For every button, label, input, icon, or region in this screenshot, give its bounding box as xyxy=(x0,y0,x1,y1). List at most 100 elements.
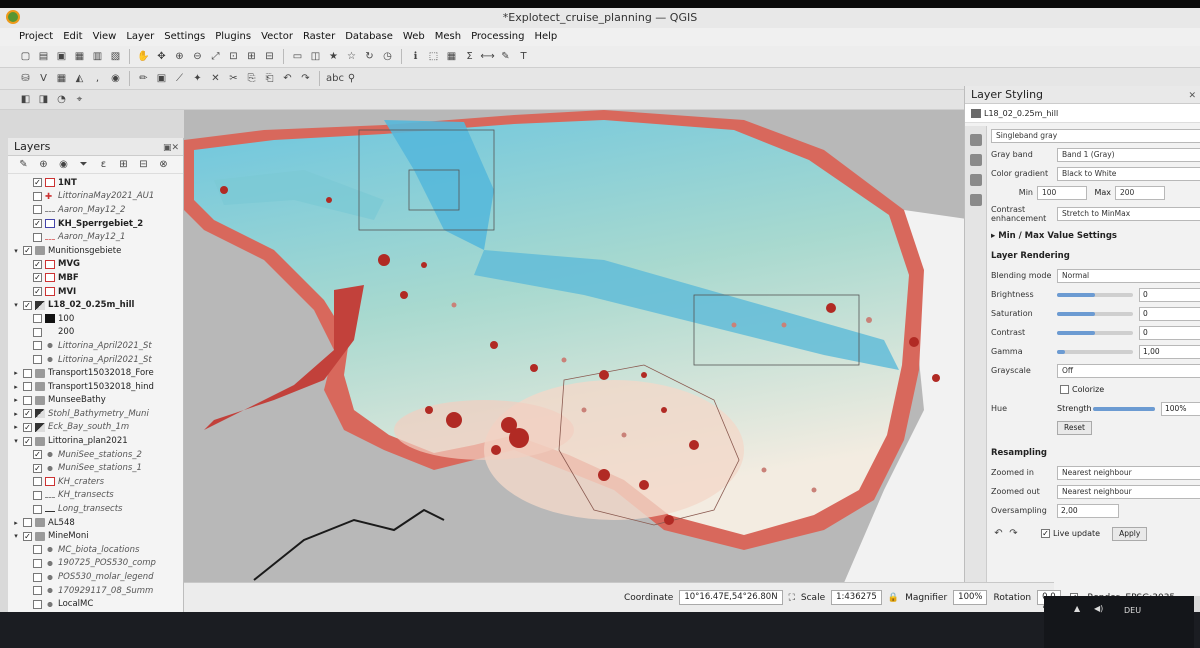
layer-visibility-checkbox[interactable] xyxy=(33,572,42,582)
station-point[interactable] xyxy=(425,406,433,414)
station-point[interactable] xyxy=(598,469,610,481)
station-point[interactable] xyxy=(641,372,647,378)
station-point[interactable] xyxy=(530,364,538,372)
bookmark-icon[interactable]: ★ xyxy=(326,49,341,64)
station-point[interactable] xyxy=(866,317,872,323)
save-edits-icon[interactable]: ▣ xyxy=(154,71,169,86)
menu-view[interactable]: View xyxy=(88,28,122,46)
layer-item[interactable]: ▾ MineMoni xyxy=(8,529,183,543)
layer-selector[interactable]: L18_02_0.25m_hill xyxy=(965,104,1200,123)
paste-icon[interactable]: ⎗ xyxy=(262,71,277,86)
zoom-in-icon[interactable]: ⊕ xyxy=(172,49,187,64)
attribute-table-icon[interactable]: ▦ xyxy=(444,49,459,64)
layer-visibility-checkbox[interactable] xyxy=(33,314,42,324)
saturation-spinbox[interactable]: 0 xyxy=(1139,306,1200,321)
layout-manager-icon[interactable]: ▧ xyxy=(108,49,123,64)
layer-item[interactable]: KH_craters xyxy=(8,475,183,489)
undo-style-icon[interactable]: ↶ xyxy=(991,526,1006,541)
layer-item[interactable]: Littorina_April2021_St xyxy=(8,353,183,367)
reset-button[interactable]: Reset xyxy=(1057,420,1092,435)
filter-expression-icon[interactable]: ε xyxy=(96,157,111,172)
close-panel-icon[interactable]: ▣✕ xyxy=(163,139,179,157)
history-tab-icon[interactable] xyxy=(969,194,982,206)
toggle-extents-icon[interactable]: ⛶ xyxy=(789,593,795,603)
layer-visibility-checkbox[interactable] xyxy=(33,504,42,514)
layer-visibility-checkbox[interactable] xyxy=(23,409,32,419)
temporal-icon[interactable]: ◷ xyxy=(380,49,395,64)
toggle-editing-icon[interactable]: ✏ xyxy=(136,71,151,86)
blending-select[interactable]: Normal xyxy=(1057,268,1200,283)
menu-help[interactable]: Help xyxy=(529,28,562,46)
layer-item[interactable]: MuniSee_stations_2 xyxy=(8,448,183,462)
new-map-view-icon[interactable]: ▭ xyxy=(290,49,305,64)
expand-arrow-icon[interactable]: ▸ xyxy=(12,423,20,431)
saturation-slider[interactable] xyxy=(1057,311,1133,316)
zoom-native-icon[interactable]: ⊟ xyxy=(262,49,277,64)
new-3d-view-icon[interactable]: ◫ xyxy=(308,49,323,64)
station-point[interactable] xyxy=(689,440,699,450)
layer-item[interactable]: LocalMC xyxy=(8,597,183,611)
layer-visibility-checkbox[interactable] xyxy=(33,259,42,269)
layer-item[interactable]: KH_Sperrgebiet_2 xyxy=(8,217,183,231)
menu-database[interactable]: Database xyxy=(340,28,398,46)
refresh-icon[interactable]: ↻ xyxy=(362,49,377,64)
station-point[interactable] xyxy=(220,186,228,194)
contrast-enhancement-select[interactable]: Stretch to MinMax xyxy=(1057,207,1200,221)
layer-visibility-checkbox[interactable] xyxy=(33,545,42,555)
min-input[interactable]: 100 xyxy=(1037,185,1087,200)
layer-visibility-checkbox[interactable] xyxy=(33,341,42,351)
layer-visibility-checkbox[interactable] xyxy=(23,395,32,405)
color-gradient-select[interactable]: Black to White xyxy=(1057,166,1200,181)
layer-item[interactable]: 100 xyxy=(8,312,183,326)
symbology-tab-icon[interactable] xyxy=(969,134,982,146)
vertex-tool-icon[interactable]: ✦ xyxy=(190,71,205,86)
expand-arrow-icon[interactable]: ▸ xyxy=(12,369,20,377)
network-icon[interactable]: ▲ xyxy=(1074,604,1080,613)
layer-item[interactable]: MC_biota_locations xyxy=(8,543,183,557)
grayscale-select[interactable]: Off xyxy=(1057,363,1200,378)
layer-visibility-checkbox[interactable] xyxy=(33,558,42,568)
station-point[interactable] xyxy=(826,303,836,313)
layer-visibility-checkbox[interactable] xyxy=(23,246,32,256)
zoom-layer-icon[interactable]: ⊞ xyxy=(244,49,259,64)
layer-item[interactable]: 190725_POS530_comp xyxy=(8,557,183,571)
layer-item[interactable]: ▾ L18_02_0.25m_hill xyxy=(8,298,183,312)
zoom-selection-icon[interactable]: ⊡ xyxy=(226,49,241,64)
station-point[interactable] xyxy=(932,374,940,382)
station-point[interactable] xyxy=(909,337,919,347)
plugin-icon[interactable]: ◨ xyxy=(36,92,51,107)
live-update-checkbox[interactable] xyxy=(1041,529,1050,538)
layer-visibility-checkbox[interactable] xyxy=(23,518,32,528)
oversampling-spinbox[interactable]: 2,00 xyxy=(1057,503,1119,518)
layer-item[interactable]: ▸ AL548 xyxy=(8,516,183,530)
station-point[interactable] xyxy=(581,407,587,413)
layer-item[interactable]: KH_transects xyxy=(8,489,183,503)
histogram-tab-icon[interactable] xyxy=(969,174,982,186)
volume-icon[interactable]: ◀) xyxy=(1094,604,1103,613)
layer-visibility-checkbox[interactable] xyxy=(33,586,42,596)
annotation-icon[interactable]: ✎ xyxy=(498,49,513,64)
close-panel-icon[interactable]: ✕ xyxy=(1188,87,1196,105)
undo-icon[interactable]: ↶ xyxy=(280,71,295,86)
layer-item[interactable]: ▸ MunseeBathy xyxy=(8,394,183,408)
layer-item[interactable]: ▸ Transport15032018_Fore xyxy=(8,366,183,380)
menu-project[interactable]: Project xyxy=(14,28,58,46)
layer-item[interactable]: Littorina_April2021_St xyxy=(8,339,183,353)
layer-item[interactable]: ▸ Stohl_Bathymetry_Muni xyxy=(8,407,183,421)
manage-visibility-icon[interactable]: ◉ xyxy=(56,157,71,172)
menu-raster[interactable]: Raster xyxy=(298,28,340,46)
layer-item[interactable]: POS530_molar_legend xyxy=(8,570,183,584)
statistics-icon[interactable]: Σ xyxy=(462,49,477,64)
station-point[interactable] xyxy=(561,357,567,363)
station-point[interactable] xyxy=(446,412,462,428)
strength-spinbox[interactable]: 100% xyxy=(1161,401,1200,416)
expand-arrow-icon[interactable]: ▸ xyxy=(12,410,20,418)
layer-visibility-checkbox[interactable] xyxy=(23,436,32,446)
station-point[interactable] xyxy=(490,341,498,349)
locate-icon[interactable]: ⌖ xyxy=(72,92,87,107)
layer-visibility-checkbox[interactable] xyxy=(33,232,42,242)
contrast-slider[interactable] xyxy=(1057,330,1133,335)
map-canvas[interactable] xyxy=(184,110,974,606)
strength-slider[interactable] xyxy=(1093,406,1155,411)
layer-item[interactable]: ▾ Littorina_plan2021 xyxy=(8,434,183,448)
